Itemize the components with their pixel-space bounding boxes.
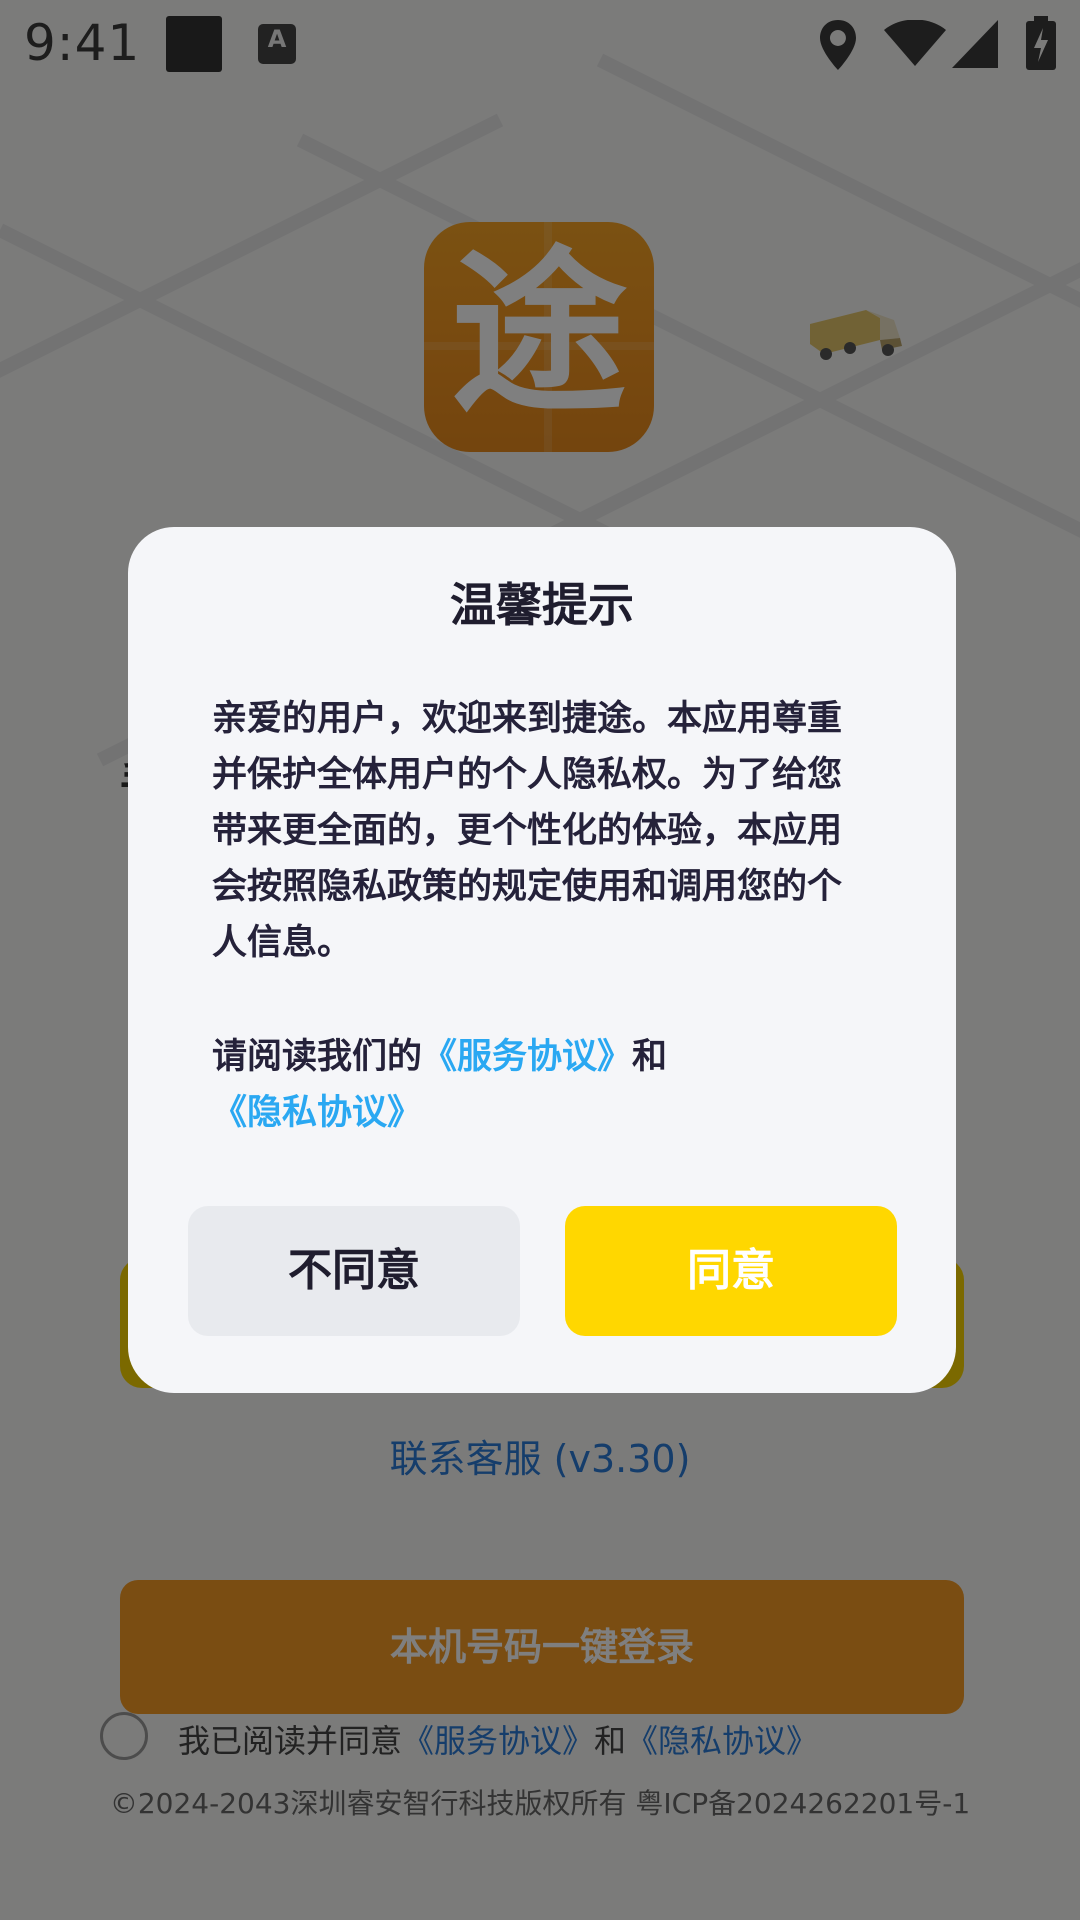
links-prefix: 请阅读我们的 xyxy=(212,1037,423,1077)
links-and: 和 xyxy=(632,1037,668,1077)
dialog-title: 温馨提示 xyxy=(450,578,634,632)
dialog-links: 请阅读我们的《服务协议》和《隐私协议》 xyxy=(212,1029,872,1141)
disagree-button[interactable]: 不同意 xyxy=(188,1206,520,1336)
dialog-privacy-link[interactable]: 《隐私协议》 xyxy=(212,1093,422,1133)
agree-button[interactable]: 同意 xyxy=(565,1206,897,1336)
dialog-body: 亲爱的用户，欢迎来到捷途。本应用尊重并保护全体用户的个人隐私权。为了给您带来更全… xyxy=(212,699,843,963)
dialog-service-link[interactable]: 《服务协议》 xyxy=(422,1037,632,1077)
privacy-dialog: 温馨提示 亲爱的用户，欢迎来到捷途。本应用尊重并保护全体用户的个人隐私权。为了给… xyxy=(128,527,956,1393)
